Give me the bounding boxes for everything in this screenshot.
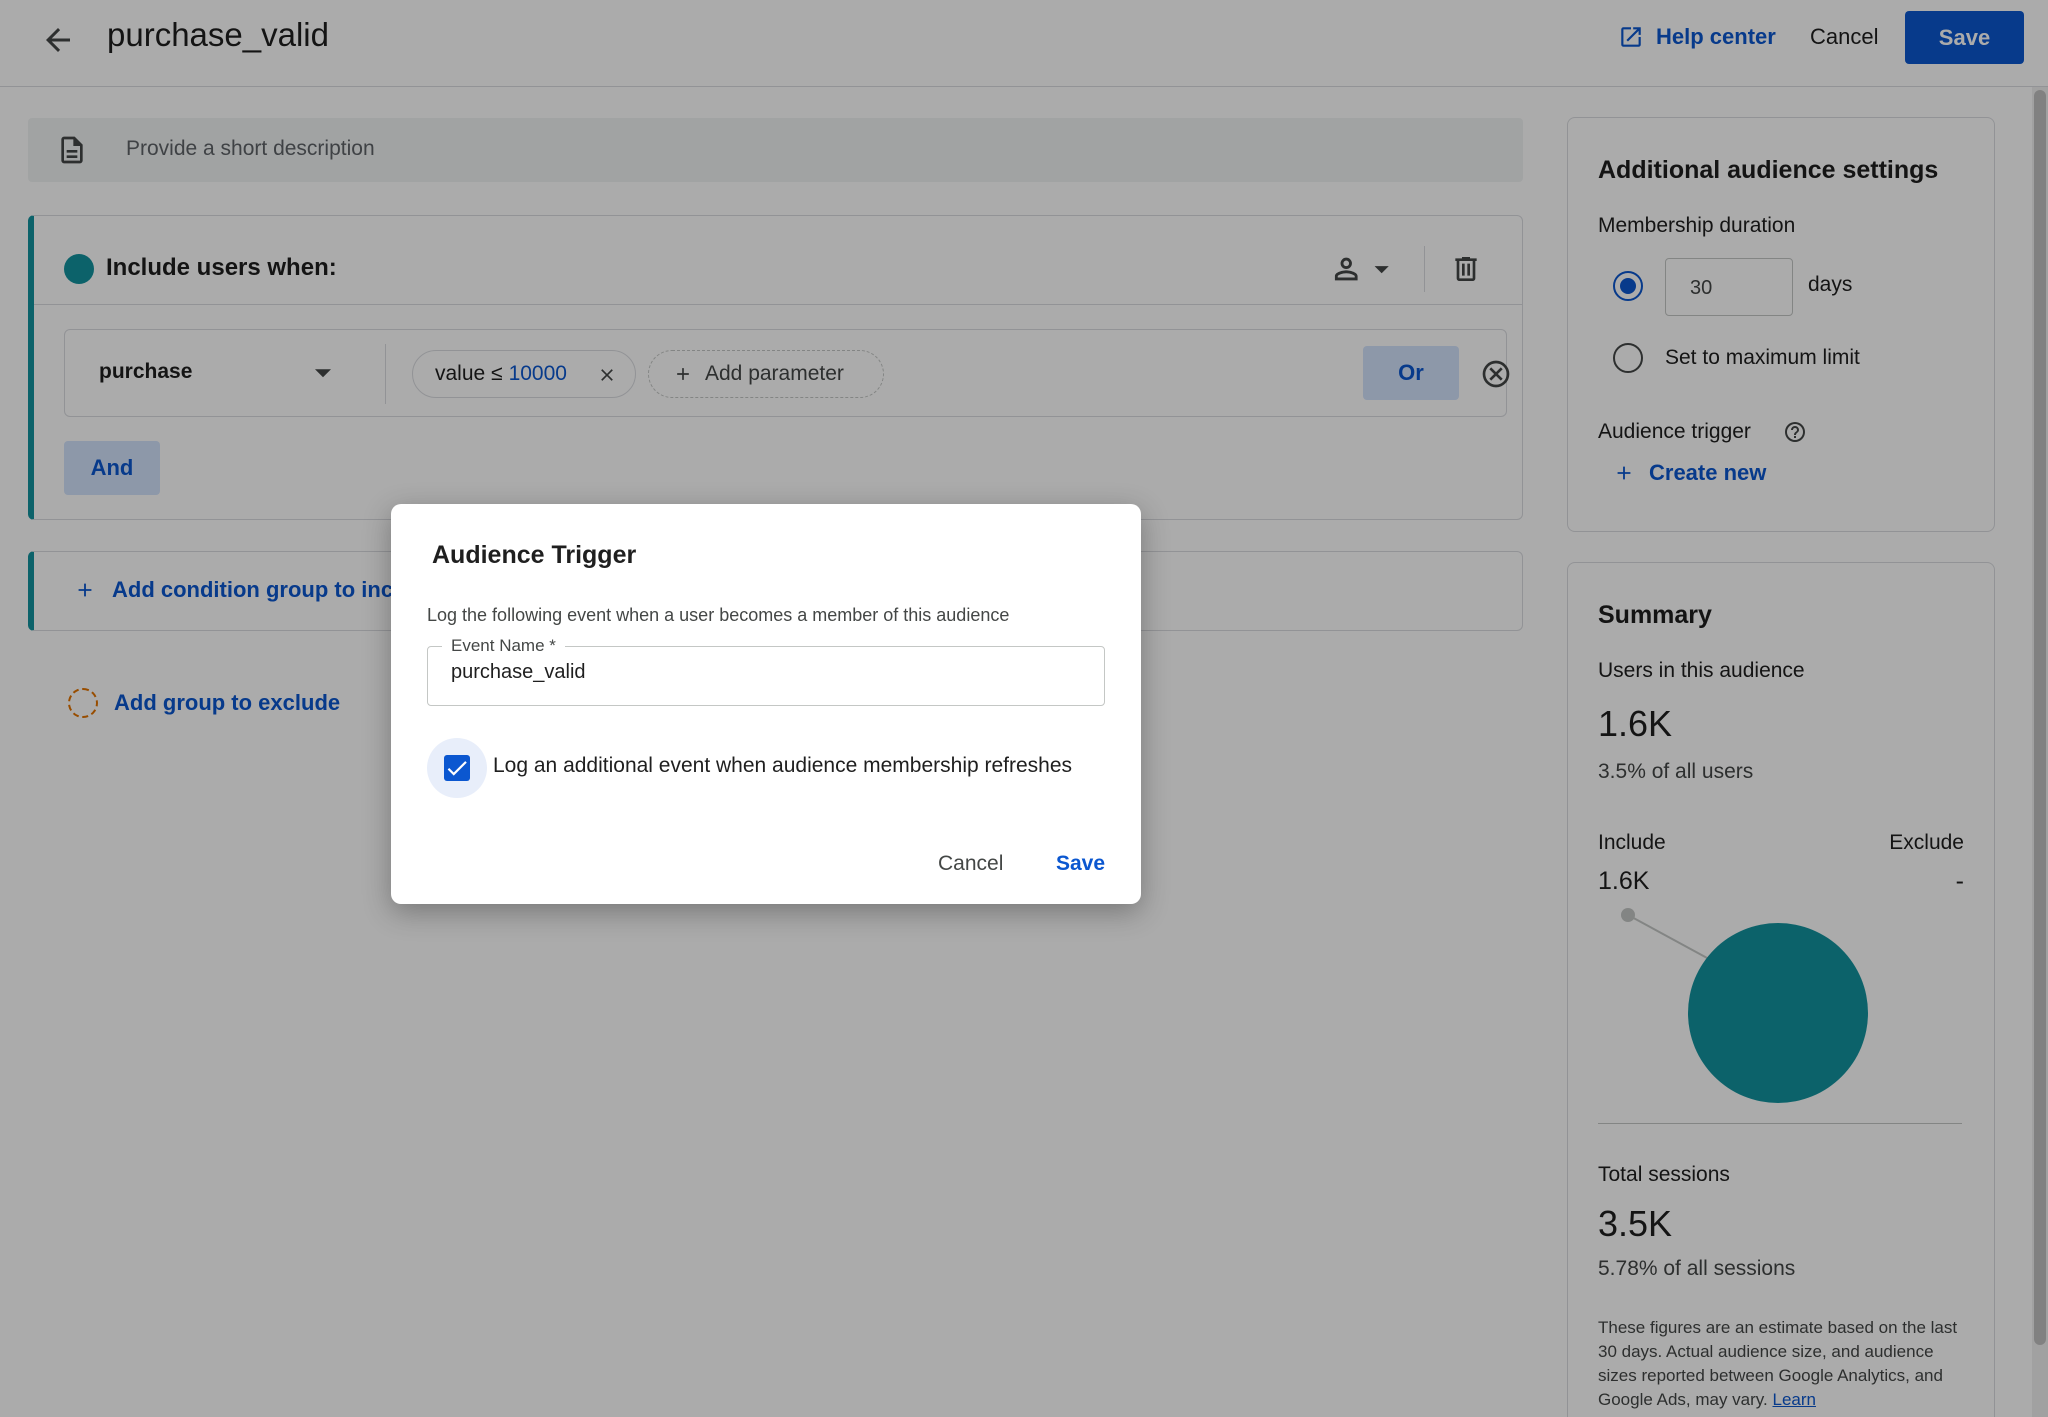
- event-name-field-label: Event Name *: [442, 636, 565, 656]
- dialog-cancel-button[interactable]: Cancel: [938, 852, 1003, 876]
- check-icon: [447, 761, 467, 776]
- dialog-title: Audience Trigger: [432, 541, 637, 569]
- audience-trigger-dialog: Audience Trigger Log the following event…: [391, 504, 1141, 904]
- dialog-description: Log the following event when a user beco…: [427, 605, 1010, 625]
- event-name-field-value: purchase_valid: [451, 661, 586, 683]
- checkbox-checked: [444, 755, 470, 781]
- dialog-save-button[interactable]: Save: [1056, 852, 1105, 876]
- refresh-checkbox[interactable]: [427, 738, 487, 798]
- refresh-checkbox-label[interactable]: Log an additional event when audience me…: [493, 754, 1072, 778]
- event-name-field[interactable]: Event Name * purchase_valid: [427, 636, 1105, 706]
